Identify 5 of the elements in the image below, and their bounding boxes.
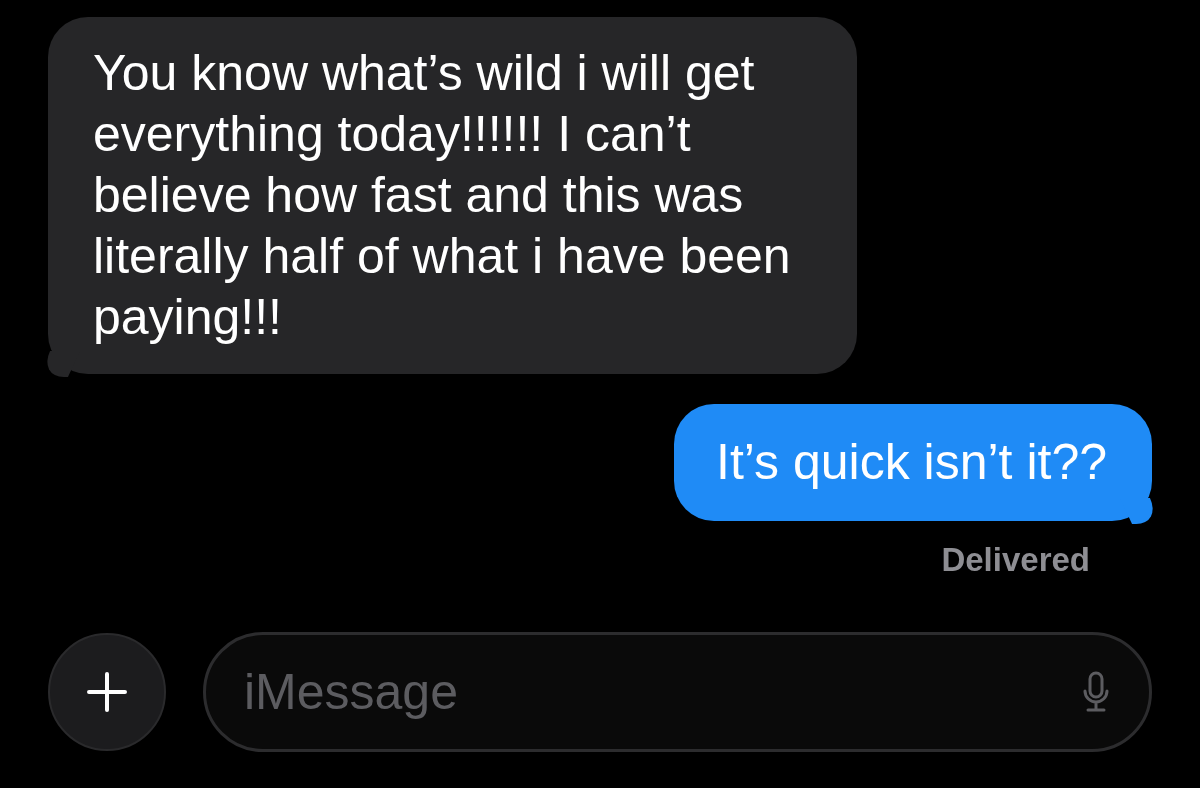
- delivery-status: Delivered: [941, 541, 1090, 579]
- plus-icon: [87, 672, 127, 712]
- message-input[interactable]: iMessage: [244, 663, 1083, 721]
- message-field[interactable]: iMessage: [203, 632, 1152, 752]
- microphone-icon[interactable]: [1083, 671, 1109, 713]
